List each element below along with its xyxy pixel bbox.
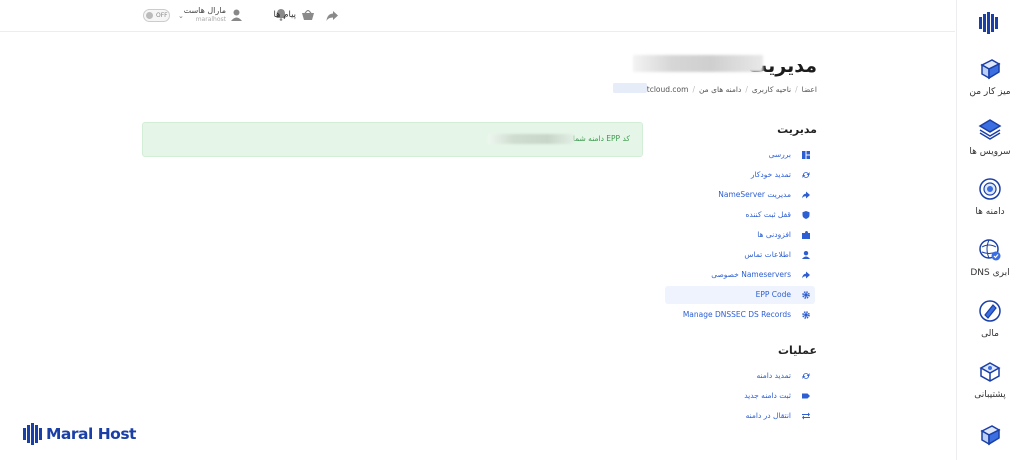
breadcrumb-my-domains[interactable]: دامنه های من [699,85,741,94]
user-subtitle: maralhost [195,16,226,23]
menu-item-register-domain[interactable]: ثبت دامنه جدید [665,387,815,405]
refresh-icon [802,172,810,178]
sidebar-item-label: پشتیبانی [974,390,1006,400]
toggle-label: OFF [156,12,168,19]
sidebar-item-services[interactable]: سرویس ها [956,117,1024,157]
desk-icon [980,59,1001,80]
redacted-epp-code [488,134,574,144]
support-icon [979,362,1001,382]
menu-item-registrar-lock[interactable]: قفل ثبت کننده [665,206,815,224]
menu-item-private-nameservers[interactable]: Nameservers خصوصی [665,266,815,284]
user-name: مارال هاست [183,6,226,15]
menu-item-renew-domain[interactable]: تمدید دامنه [665,367,815,385]
breadcrumb-members[interactable]: اعضا [802,85,817,94]
gear-icon [802,311,810,319]
menu-item-label: تمدید دامنه [756,371,792,380]
maralhost-logo-icon[interactable] [978,12,1000,34]
epp-code-alert: کد EPP دامنه شما [142,122,643,157]
menu-item-label: Nameservers خصوصی [711,270,791,279]
maralhost-logo-icon [23,423,42,445]
menu-item-overview[interactable]: بررسی [665,146,815,164]
manage-section-title: مدیریت [777,123,817,136]
cloud-dns-icon [979,239,1001,261]
menu-item-auto-renew[interactable]: تمدید خودکار [665,166,815,184]
sidebar-item-support[interactable]: پشتیبانی [956,360,1024,400]
extra-icon [980,425,1001,446]
toggle-knob [146,12,153,19]
menu-item-label: مدیریت NameServer [718,190,791,199]
menu-item-label: بررسی [768,150,791,159]
menu-item-label: Manage DNSSEC DS Records [682,310,791,319]
breadcrumb-client-area[interactable]: ناحیه کاربری [752,85,791,94]
theme-toggle[interactable]: OFF [143,9,170,22]
share-icon[interactable] [326,10,339,22]
sidebar-item-label: سرویس ها [969,147,1011,157]
redacted-domain-title [633,55,763,72]
menu-item-transfer-domain[interactable]: انتقال در دامنه [665,407,815,425]
sidebar-item-dashboard[interactable]: میز کار من [956,57,1024,97]
user-menu[interactable]: ⌄ مارال هاست maralhost [178,5,242,27]
menu-item-label: انتقال در دامنه [745,411,791,420]
user-icon [231,9,242,21]
menu-item-label: EPP Code [755,290,791,299]
menu-item-nameserver[interactable]: مدیریت NameServer [665,186,815,204]
tag-icon [802,393,810,399]
menu-item-addons[interactable]: افزودنی ها [665,226,815,244]
menu-item-label: اطلاعات تماس [744,250,791,259]
menu-item-label: قفل ثبت کننده [745,210,791,219]
sidebar: میز کار من سرویس ها دامنه ها DNS ابری ما… [956,0,1024,460]
arrow-icon [802,271,810,279]
sidebar-item-finance[interactable]: مالی [956,299,1024,339]
brand-text: Maral Host [46,425,136,443]
puzzle-icon [802,231,810,239]
ops-section-title: عملیات [777,344,817,357]
sidebar-item-extra[interactable] [956,422,1024,452]
sidebar-item-label: مالی [981,329,999,339]
sidebar-item-label: دامنه ها [975,207,1005,217]
alert-text: کد EPP دامنه شما [572,134,630,143]
dashboard-icon [802,151,810,159]
redacted-breadcrumb [613,83,647,93]
breadcrumb: اعضا/ناحیه کاربری/دامنه های من/imextclou… [628,85,817,94]
menu-item-label: افزودنی ها [757,230,791,239]
messages-label: پیام ها [273,10,296,20]
cart-icon[interactable] [301,10,315,22]
transfer-icon [802,412,810,420]
sidebar-item-cloud-dns[interactable]: DNS ابری [956,238,1024,278]
sidebar-item-label: DNS ابری [970,268,1010,278]
sidebar-item-label: میز کار من [969,87,1011,97]
refresh-icon [802,373,810,379]
shield-icon [802,211,810,219]
sidebar-item-domains[interactable]: دامنه ها [956,177,1024,217]
gear-icon [802,291,810,299]
menu-item-label: تمدید خودکار [750,170,791,179]
wallet-icon [979,300,1001,322]
layers-icon [978,119,1002,140]
menu-item-epp-code[interactable]: EPP Code [665,286,815,304]
menu-item-contact-info[interactable]: اطلاعات تماس [665,246,815,264]
topbar: OFF ⌄ مارال هاست maralhost پیام ها [0,0,955,32]
menu-item-label: ثبت دامنه جدید [744,391,791,400]
globe-icon [979,178,1001,200]
arrow-icon [802,191,810,199]
menu-item-dnssec[interactable]: Manage DNSSEC DS Records [665,306,815,324]
user-icon [802,251,810,259]
